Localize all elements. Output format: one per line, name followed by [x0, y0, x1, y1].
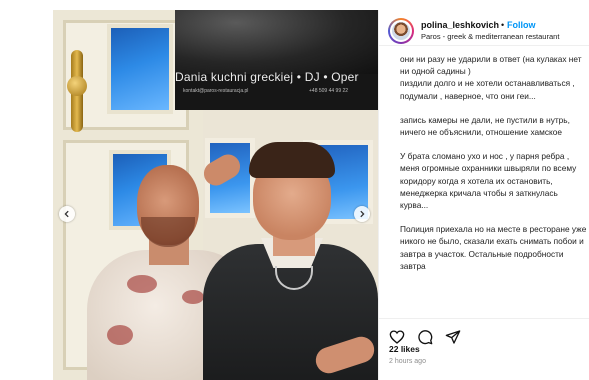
separator-dot: •	[501, 20, 505, 30]
likes-count[interactable]: 22 likes	[389, 344, 420, 354]
post-photo[interactable]: Dania kuchni greckiej • DJ • Oper kontak…	[53, 10, 378, 380]
banner-phone: +48 509 44 99 22	[309, 88, 349, 94]
share-icon[interactable]	[445, 329, 461, 345]
caption-paragraph: запись камеры не дали, не пустили в нутр…	[400, 114, 570, 138]
blood-stain	[127, 275, 157, 293]
post-timestamp[interactable]: 2 hours ago	[389, 358, 426, 365]
caption-paragraph: У брата сломано ухо и нос , у парня ребр…	[400, 151, 577, 211]
banner-crowd-photo	[175, 10, 378, 74]
chevron-left-icon	[64, 210, 69, 218]
post-side-panel: polina_leshkovich • Follow Paros - greek…	[378, 10, 589, 380]
avatar[interactable]	[388, 18, 414, 44]
caption-paragraph: Полиция приехала но на месте в ресторане…	[400, 224, 587, 271]
caption-paragraph: они ни разу не ударили в ответ (на кулак…	[400, 54, 582, 101]
carousel-next-button[interactable]	[354, 206, 370, 222]
blood-stain	[182, 290, 204, 304]
avatar-image	[390, 20, 412, 42]
post-caption: они ни разу не ударили в ответ (на кулак…	[400, 53, 588, 284]
username-link[interactable]: polina_leshkovich	[421, 20, 499, 30]
chevron-right-icon	[360, 210, 365, 218]
comment-icon[interactable]	[417, 329, 433, 345]
hair	[249, 142, 335, 178]
banner-title: Dania kuchni greckiej • DJ • Oper	[175, 70, 359, 84]
banner-contact: kontakt@paros-restauracja.pl	[183, 88, 249, 94]
instagram-post: Dania kuchni greckiej • DJ • Oper kontak…	[0, 0, 589, 380]
heart-icon[interactable]	[389, 329, 405, 345]
door-window	[107, 24, 173, 114]
restaurant-banner: Dania kuchni greckiej • DJ • Oper kontak…	[175, 10, 378, 110]
carousel-prev-button[interactable]	[59, 206, 75, 222]
follow-button[interactable]: Follow	[507, 20, 536, 30]
door-knob	[67, 76, 87, 96]
location-link[interactable]: Paros - greek & mediterranean restaurant	[421, 32, 559, 41]
blood-stain	[107, 325, 133, 345]
post-header: polina_leshkovich • Follow Paros - greek…	[379, 10, 589, 46]
